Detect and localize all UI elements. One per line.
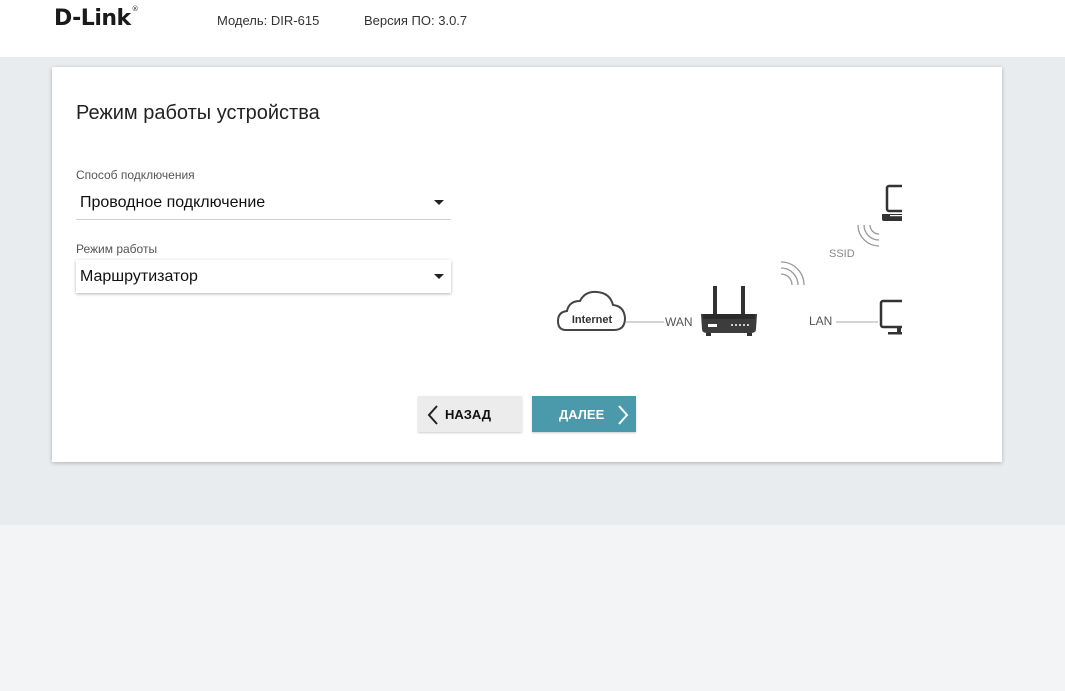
wifi-waves-icon: [780, 261, 805, 286]
router-icon: [701, 286, 757, 336]
internet-label: Internet: [572, 314, 613, 326]
chevron-right-icon: [618, 405, 629, 425]
wifi-waves-icon: [857, 224, 880, 247]
wizard-card: Режим работы устройства Способ подключен…: [52, 67, 1002, 462]
connection-type-label: Способ подключения: [76, 168, 195, 182]
device-model: Модель: DIR-615: [217, 13, 320, 28]
operation-mode-label: Режим работы: [76, 242, 158, 256]
ssid-label: SSID: [829, 248, 855, 260]
operation-mode-select[interactable]: Маршрутизатор: [76, 260, 451, 293]
laptop-icon: [882, 184, 902, 221]
chevron-down-icon: [434, 200, 444, 205]
lan-label: LAN: [809, 314, 832, 328]
cloud-icon: Internet: [556, 290, 627, 331]
network-diagram: Internet WAN LAN SSID: [556, 184, 902, 336]
next-button-label: ДАЛЕЕ: [559, 407, 605, 422]
wan-label: WAN: [665, 315, 693, 329]
back-button[interactable]: НАЗАД: [418, 396, 522, 432]
firmware-version: Версия ПО: 3.0.7: [364, 13, 468, 28]
next-button[interactable]: ДАЛЕЕ: [532, 396, 636, 432]
chevron-down-icon: [434, 274, 444, 279]
operation-mode-value: Маршрутизатор: [80, 268, 198, 285]
top-header: D-Link® Модель: DIR-615 Версия ПО: 3.0.7: [0, 0, 1065, 57]
connection-type-value: Проводное подключение: [80, 194, 266, 211]
dlink-logo: D-Link®: [54, 4, 139, 31]
desktop-pc-icon: [879, 299, 902, 335]
connection-type-select[interactable]: Проводное подключение: [76, 186, 451, 220]
page-title: Режим работы устройства: [76, 102, 320, 124]
back-button-label: НАЗАД: [445, 407, 492, 422]
chevron-left-icon: [427, 405, 438, 425]
